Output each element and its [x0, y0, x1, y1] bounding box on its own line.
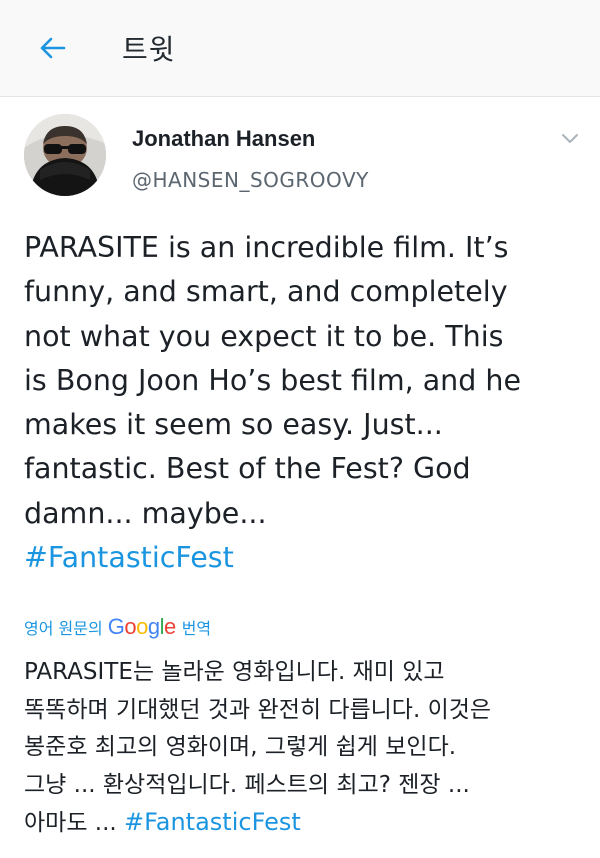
tweet-line: not what you expect it to be. This	[24, 319, 504, 353]
tweet-line: damn... maybe...	[24, 496, 267, 530]
avatar[interactable]	[24, 114, 106, 196]
translated-hashtag-link[interactable]: #FantasticFest	[124, 808, 301, 836]
translated-by-google-link[interactable]: 영어 원문의 Google 번역	[24, 610, 211, 644]
tweet-menu-button[interactable]	[558, 128, 582, 148]
hashtag-link[interactable]: #FantasticFest	[24, 541, 234, 574]
arrow-left-icon	[40, 37, 66, 59]
translated-line: 똑똑하며 기대했던 것과 완전히 다릅니다. 이것은	[24, 696, 492, 723]
chevron-down-icon	[562, 134, 578, 143]
tweet-detail-screen: 트윗 Jonathan Hansen @HANSEN_SOGROOVY PARA…	[0, 0, 600, 858]
tweet-text: PARASITE is an incredible film. It’s fun…	[24, 226, 584, 580]
translated-line: 봉준호 최고의 영화이며, 그렇게 쉽게 보인다.	[24, 734, 457, 760]
author-handle[interactable]: @HANSEN_SOGROOVY	[132, 168, 369, 192]
tweet-line: makes it seem so easy. Just...	[24, 408, 443, 442]
tweet-line: PARASITE is an incredible film. It’s	[24, 231, 509, 264]
translation-suffix: 번역	[181, 619, 212, 638]
translated-line: 아마도 ...	[24, 810, 125, 836]
translation-prefix: 영어 원문의	[24, 619, 103, 638]
profile-photo	[24, 114, 106, 196]
translated-line: PARASITE는 놀라운 영화입니다. 재미 있고	[24, 659, 445, 685]
author-name[interactable]: Jonathan Hansen	[132, 126, 315, 152]
translated-line: 그냥 ... 환상적입니다. 페스트의 최고? 젠장 ...	[24, 771, 470, 798]
page-title: 트윗	[122, 33, 176, 66]
tweet-line: is Bong Joon Ho’s best film, and he	[24, 363, 521, 397]
translated-text: PARASITE는 놀라운 영화입니다. 재미 있고 똑똑하며 기대했던 것과 …	[24, 654, 584, 843]
tweet-line: funny, and smart, and completely	[24, 275, 508, 309]
google-logo: Google	[107, 614, 177, 639]
back-button[interactable]	[36, 32, 68, 64]
top-app-bar: 트윗	[0, 0, 600, 97]
tweet-line: fantastic. Best of the Fest? God	[24, 452, 471, 486]
